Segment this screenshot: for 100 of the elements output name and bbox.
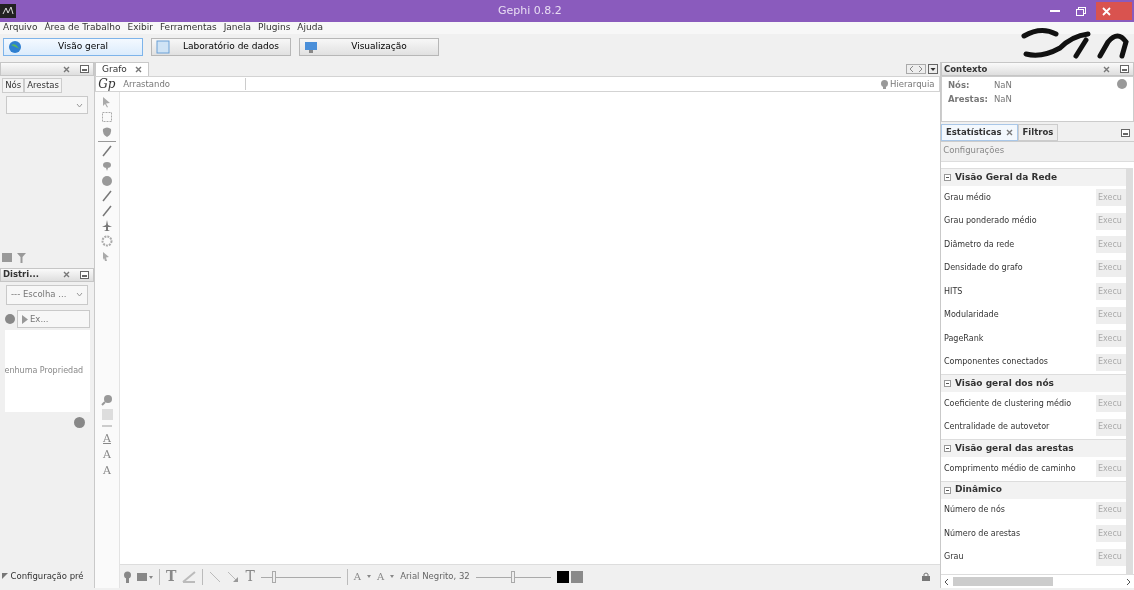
rectangle-select-icon[interactable] (101, 111, 113, 123)
play-icon (21, 314, 28, 324)
close-icon[interactable] (1005, 129, 1013, 137)
minimize-icon[interactable] (80, 65, 89, 73)
pencil-icon[interactable] (101, 145, 113, 157)
minimize-icon (1049, 9, 1060, 13)
status-dot-icon (4, 314, 15, 324)
close-icon[interactable] (63, 271, 70, 279)
empty-message: enhuma Propriedad (4, 365, 84, 378)
menu-item[interactable]: Plugins (258, 21, 291, 35)
bulb-icon[interactable] (124, 570, 131, 583)
workspace-button[interactable]: Laboratório de dados (151, 38, 291, 56)
menu-item[interactable]: Exibir (127, 21, 153, 35)
slider-track[interactable] (260, 570, 341, 583)
minimize-icon[interactable] (1120, 65, 1129, 73)
dropdown-field[interactable]: --- Escolha ... (6, 284, 88, 305)
panel-tab[interactable]: Estatísticas (941, 124, 1018, 141)
label-tool[interactable]: T (245, 566, 255, 587)
font-size-button[interactable]: A (377, 569, 385, 584)
color-swatch[interactable] (556, 570, 569, 583)
chevron-down-icon (76, 102, 83, 108)
workspace-button[interactable]: Visão geral (3, 38, 143, 56)
globe-icon (8, 40, 22, 54)
edge-arrow-icon[interactable] (227, 570, 240, 583)
statistic-label: Comprimento médio de caminho (944, 462, 1076, 475)
statistic-label: Grau ponderado médio (944, 215, 1037, 228)
collapse-icon[interactable] (944, 486, 951, 494)
blob-icon[interactable] (101, 175, 113, 187)
node-color-icon[interactable] (137, 572, 153, 581)
preset-link[interactable]: Configuração pré (0, 564, 94, 588)
collapse-icon[interactable] (944, 380, 951, 387)
menu-item[interactable]: Ferramentas (159, 21, 217, 35)
pencil-icon[interactable] (101, 190, 113, 202)
label-tool[interactable]: A (103, 432, 111, 445)
collapse-icon[interactable] (944, 174, 951, 181)
collapse-icon[interactable] (944, 445, 951, 452)
airplane-icon[interactable] (101, 220, 113, 232)
minimize-icon[interactable] (80, 270, 89, 279)
statistic-label: Número de arestas (944, 527, 1021, 540)
close-icon[interactable] (134, 66, 142, 73)
menu-item[interactable]: Ajuda (297, 21, 323, 35)
magnifier-icon[interactable] (101, 394, 113, 406)
monitor-icon (304, 40, 318, 54)
font-button[interactable]: Arial Negrito, 32 (400, 570, 470, 583)
tab-list-icon[interactable] (927, 63, 938, 74)
statistic-label: HITS (944, 285, 963, 298)
label-tool[interactable]: A (103, 464, 111, 477)
status-dot-icon (1117, 79, 1127, 89)
context-label: Nós: (948, 79, 971, 92)
run-button[interactable]: Ex... (16, 310, 90, 328)
table-icon (2, 253, 13, 263)
toggle-tab[interactable]: Arestas (24, 78, 62, 93)
hierarchy-button[interactable]: Hierarquia (880, 77, 939, 91)
statistic-label: Grau (944, 551, 964, 564)
horizontal-scrollbar[interactable] (941, 574, 1134, 588)
panel-tab[interactable]: Filtros (1017, 124, 1059, 141)
mode-label: Arrastando (121, 77, 246, 91)
color-swatch[interactable] (571, 570, 584, 583)
scrollbar[interactable] (1126, 168, 1133, 574)
edge-icon[interactable] (209, 570, 222, 583)
menu-item[interactable]: Arquivo (3, 21, 38, 35)
slider-thumb[interactable] (272, 570, 277, 583)
blob-icon[interactable] (101, 126, 113, 138)
menu-item[interactable]: Área de Trabalho (44, 21, 121, 35)
text-tool[interactable]: T (166, 566, 177, 587)
minimize-icon[interactable] (1121, 128, 1130, 137)
graph-tab[interactable]: Grafo (95, 62, 149, 76)
statistic-label: Grau médio (944, 191, 991, 204)
close-icon[interactable] (1103, 65, 1110, 73)
close-icon[interactable] (63, 65, 70, 73)
section-header[interactable]: Dinâmico (955, 483, 1003, 497)
dropdown-field[interactable] (6, 96, 88, 114)
chevron-left-icon (945, 578, 949, 585)
statistic-label: Densidade do grafo (944, 262, 1023, 275)
statistic-label: Centralidade de autovetor (944, 421, 1050, 434)
gear-icon[interactable] (101, 235, 113, 247)
window-icon (156, 40, 170, 54)
lock-icon[interactable] (922, 572, 930, 581)
slider-thumb[interactable] (511, 570, 516, 583)
restore-icon (1075, 6, 1086, 16)
statistic-label: Número de nós (944, 504, 1005, 517)
workspace-button[interactable]: Visualização (299, 38, 439, 56)
graph-logo: Gp (97, 76, 117, 93)
statistic-label: Diâmetro da rede (944, 238, 1015, 251)
blob-icon[interactable] (101, 160, 113, 172)
font-size-button[interactable]: A (353, 569, 361, 584)
close-icon (1101, 6, 1111, 16)
context-label: Arestas: (948, 93, 989, 106)
statistic-label: Coeficiente de clustering médio (944, 397, 1072, 410)
window-title: Gephi 0.8.2 (496, 2, 563, 19)
chevron-down-icon (76, 292, 83, 298)
edge-label-icon[interactable] (182, 570, 197, 583)
toggle-tab[interactable]: Nós (2, 78, 25, 93)
menu-item[interactable]: Janela (223, 21, 252, 35)
close-button[interactable] (1095, 2, 1132, 20)
label-tool[interactable]: A (103, 448, 111, 461)
statistic-label: Componentes conectados (944, 356, 1048, 369)
pencil-icon[interactable] (101, 205, 113, 217)
caret-icon (390, 575, 395, 578)
slider-track[interactable] (475, 570, 551, 583)
